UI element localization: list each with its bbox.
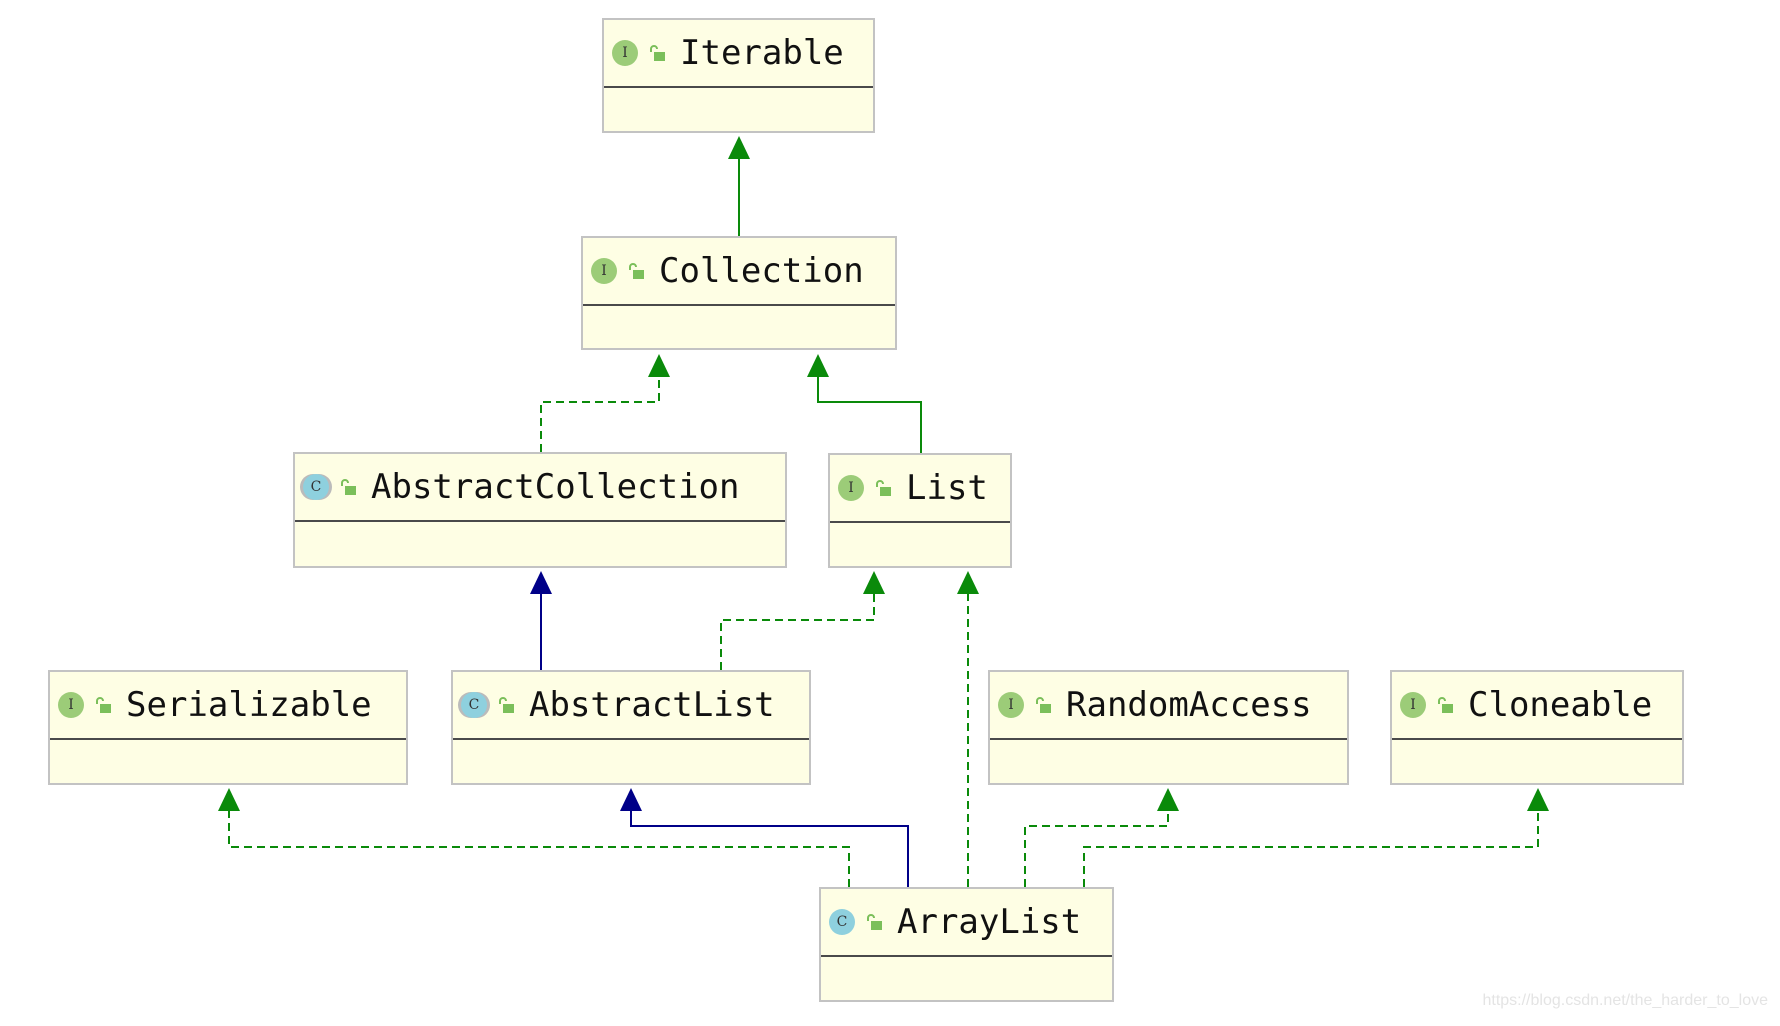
node-name: Serializable <box>126 685 372 725</box>
node-header: C ArrayList <box>821 889 1112 957</box>
edge-line <box>228 810 850 887</box>
edge-arraylist-to-list <box>957 571 979 887</box>
node-header: I Cloneable <box>1392 672 1682 740</box>
node-name: Collection <box>659 251 864 291</box>
node-header: I Collection <box>583 238 895 306</box>
edge-abstractcollection-to-collection <box>540 354 670 452</box>
public-lock-icon <box>629 263 644 279</box>
edge-line <box>817 376 922 453</box>
node-cloneable[interactable]: I Cloneable <box>1390 670 1684 785</box>
edge-list-to-collection <box>807 354 922 453</box>
public-lock-icon <box>96 697 111 713</box>
node-arraylist[interactable]: C ArrayList <box>819 887 1114 1002</box>
node-name: AbstractList <box>529 685 775 725</box>
arrowhead <box>218 788 240 811</box>
edge-abstractlist-to-abstractcollection <box>530 571 552 670</box>
arrowhead <box>620 788 642 811</box>
edge-abstractlist-to-list <box>720 571 885 670</box>
node-header: C AbstractList <box>453 672 809 740</box>
node-abstractlist[interactable]: C AbstractList <box>451 670 811 785</box>
interface-icon: I <box>58 692 84 718</box>
arrowhead <box>1157 788 1179 811</box>
node-header: I Serializable <box>50 672 406 740</box>
edge-arraylist-to-abstractlist <box>620 788 909 887</box>
class-icon: C <box>303 474 329 500</box>
node-header: I List <box>830 455 1010 523</box>
public-lock-icon <box>1036 697 1051 713</box>
arrowhead <box>530 571 552 594</box>
edge-line <box>1024 810 1169 887</box>
edge-arraylist-to-randomaccess <box>1024 788 1179 887</box>
node-name: Cloneable <box>1468 685 1653 725</box>
node-header: I Iterable <box>604 20 873 88</box>
interface-icon: I <box>838 475 864 501</box>
node-header: C AbstractCollection <box>295 454 785 522</box>
edge-line <box>720 593 875 670</box>
interface-icon: I <box>591 258 617 284</box>
interface-icon: I <box>998 692 1024 718</box>
arrowhead <box>863 571 885 594</box>
arrowhead <box>1527 788 1549 811</box>
class-icon: C <box>829 909 855 935</box>
arrowhead <box>648 354 670 377</box>
interface-icon: I <box>1400 692 1426 718</box>
node-name: ArrayList <box>897 902 1082 942</box>
edge-collection-to-iterable <box>728 136 750 236</box>
public-lock-icon <box>499 697 514 713</box>
public-lock-icon <box>867 914 882 930</box>
class-icon: C <box>461 692 487 718</box>
arrowhead <box>728 136 750 159</box>
interface-icon: I <box>612 40 638 66</box>
node-iterable[interactable]: I Iterable <box>602 18 875 133</box>
watermark: https://blog.csdn.net/the_harder_to_love <box>1482 992 1768 1009</box>
node-collection[interactable]: I Collection <box>581 236 897 350</box>
edge-arraylist-to-cloneable <box>1083 788 1549 887</box>
node-abstractcollection[interactable]: C AbstractCollection <box>293 452 787 568</box>
public-lock-icon <box>650 45 665 61</box>
edge-line <box>1083 810 1539 887</box>
node-name: RandomAccess <box>1066 685 1312 725</box>
node-serializable[interactable]: I Serializable <box>48 670 408 785</box>
edge-line <box>540 376 660 452</box>
class-diagram: https://blog.csdn.net/the_harder_to_love… <box>0 0 1780 1026</box>
node-name: AbstractCollection <box>371 467 740 507</box>
node-name: List <box>906 468 988 508</box>
node-name: Iterable <box>680 33 844 73</box>
public-lock-icon <box>1438 697 1453 713</box>
public-lock-icon <box>876 480 891 496</box>
node-header: I RandomAccess <box>990 672 1347 740</box>
edge-line <box>630 810 909 887</box>
public-lock-icon <box>341 479 356 495</box>
edge-arraylist-to-serializable <box>218 788 850 887</box>
arrowhead <box>957 571 979 594</box>
arrowhead <box>807 354 829 377</box>
node-list[interactable]: I List <box>828 453 1012 568</box>
node-randomaccess[interactable]: I RandomAccess <box>988 670 1349 785</box>
